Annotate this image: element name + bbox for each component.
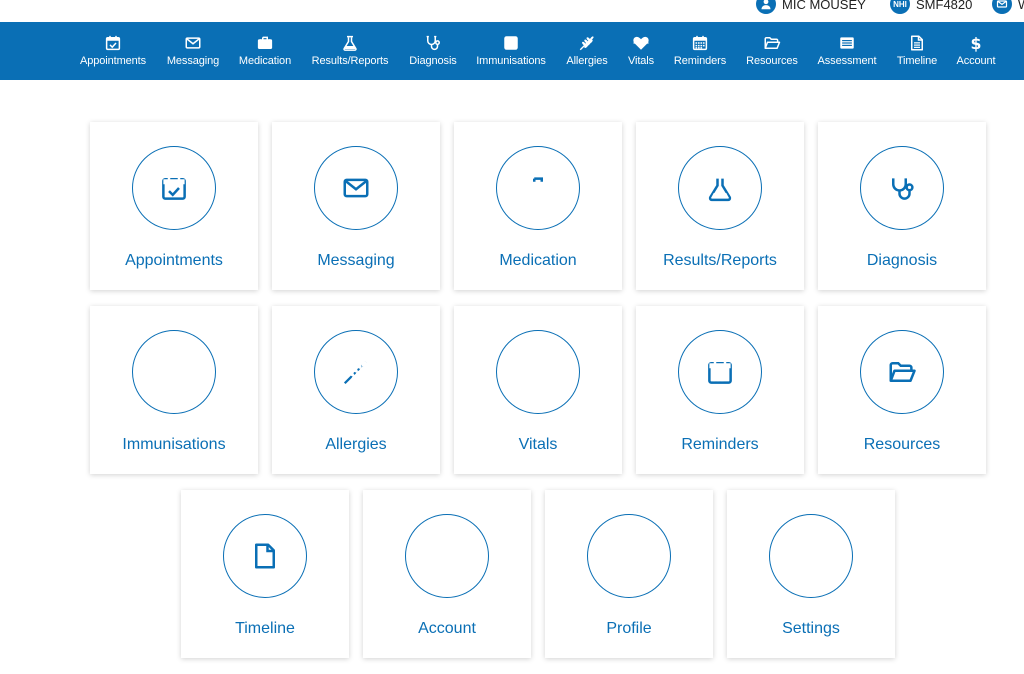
tile-vitals[interactable]: Vitals bbox=[454, 306, 622, 474]
nav-item-diagnosis[interactable]: Diagnosis bbox=[388, 22, 478, 80]
tile-label: Allergies bbox=[325, 436, 387, 453]
tile-profile[interactable]: Profile bbox=[545, 490, 713, 658]
tile-settings[interactable]: Settings bbox=[727, 490, 895, 658]
tile-label: Resources bbox=[863, 436, 941, 453]
nav-item-results-reports[interactable]: Results/Reports bbox=[305, 22, 395, 80]
folder-open-icon bbox=[887, 357, 917, 387]
messages-item[interactable]: W bbox=[992, 0, 1024, 15]
nhi-item[interactable]: NHI SMF4820 bbox=[890, 0, 972, 15]
envelope-icon bbox=[341, 173, 371, 203]
tile-label: Settings bbox=[782, 620, 840, 637]
medkit-icon bbox=[523, 173, 553, 203]
nhi-badge: NHI bbox=[890, 0, 910, 14]
tile-icon-circle bbox=[678, 146, 762, 230]
tile-account[interactable]: $ Account bbox=[363, 490, 531, 658]
nav-item-medication[interactable]: Medication bbox=[220, 22, 310, 80]
tile-label: Medication bbox=[499, 252, 577, 269]
wheat-icon bbox=[578, 34, 596, 52]
nav-item-label: Resources bbox=[746, 55, 798, 67]
document-icon bbox=[908, 34, 926, 52]
nav-item-label: Vitals bbox=[627, 55, 655, 67]
calendar-grid-icon bbox=[691, 34, 709, 52]
tile-label: Results/Reports bbox=[663, 252, 777, 269]
tile-label: Vitals bbox=[518, 436, 558, 453]
tile-label: Messaging bbox=[317, 252, 395, 269]
tile-icon-circle bbox=[587, 514, 671, 598]
calendar-check-icon bbox=[159, 173, 189, 203]
tile-allergies[interactable]: Allergies bbox=[272, 306, 440, 474]
nav-item-label: Medication bbox=[238, 55, 292, 67]
tile-immunisations[interactable]: Immunisations bbox=[90, 306, 258, 474]
tile-medication[interactable]: Medication bbox=[454, 122, 622, 290]
tile-label: Timeline bbox=[235, 620, 295, 637]
tile-label: Appointments bbox=[125, 252, 223, 269]
tile-reminders[interactable]: Reminders bbox=[636, 306, 804, 474]
nav-item-label: Immunisations bbox=[476, 55, 546, 67]
dollar-icon: $ bbox=[432, 541, 462, 571]
tile-icon-circle bbox=[132, 146, 216, 230]
user-icon bbox=[756, 0, 776, 14]
tile-results-reports[interactable]: Results/Reports bbox=[636, 122, 804, 290]
document-icon bbox=[250, 541, 280, 571]
user-strip: MIC MOUSEY NHI SMF4820 W bbox=[0, 0, 1024, 22]
nav-item-label: Account bbox=[956, 55, 996, 67]
tile-messaging[interactable]: Messaging bbox=[272, 122, 440, 290]
nav-item-label: Assessment bbox=[817, 55, 877, 67]
tile-label: Account bbox=[418, 620, 476, 637]
plus-square-icon bbox=[502, 34, 520, 52]
user-name-item[interactable]: MIC MOUSEY bbox=[756, 0, 866, 15]
stethoscope-icon bbox=[424, 34, 442, 52]
list-card-icon bbox=[838, 34, 856, 52]
tile-label: Profile bbox=[606, 620, 652, 637]
plus-square-icon bbox=[159, 357, 189, 387]
tile-appointments[interactable]: Appointments bbox=[90, 122, 258, 290]
folder-open-icon bbox=[763, 34, 781, 52]
tile-timeline[interactable]: Timeline bbox=[181, 490, 349, 658]
svg-text:$: $ bbox=[971, 34, 982, 52]
tile-label: Diagnosis bbox=[866, 252, 938, 269]
gear-icon bbox=[796, 541, 826, 571]
nav-item-label: Messaging bbox=[166, 55, 220, 67]
messages-label: W bbox=[1018, 0, 1024, 12]
nhi-number: SMF4820 bbox=[916, 0, 973, 12]
heartbeat-icon bbox=[523, 357, 553, 387]
flask-icon bbox=[341, 34, 359, 52]
main-navbar: Appointments Messaging Medication Results/R… bbox=[0, 22, 1024, 80]
flask-icon bbox=[705, 173, 735, 203]
nav-item-account[interactable]: $ Account bbox=[931, 22, 1021, 80]
tile-icon-circle bbox=[678, 330, 762, 414]
tile-icon-circle bbox=[314, 146, 398, 230]
tile-icon-circle bbox=[860, 330, 944, 414]
envelope-icon bbox=[184, 34, 202, 52]
svg-text:$: $ bbox=[438, 543, 456, 571]
tile-icon-circle bbox=[496, 330, 580, 414]
nav-item-label: Appointments bbox=[79, 55, 147, 67]
dollar-icon: $ bbox=[967, 34, 985, 52]
tile-icon-circle bbox=[132, 330, 216, 414]
user-icon bbox=[614, 541, 644, 571]
medkit-icon bbox=[256, 34, 274, 52]
calendar-check-icon bbox=[104, 34, 122, 52]
tile-diagnosis[interactable]: Diagnosis bbox=[818, 122, 986, 290]
calendar-grid-icon bbox=[705, 357, 735, 387]
nav-item-label: Reminders bbox=[673, 55, 727, 67]
nav-item-label: Diagnosis bbox=[409, 55, 457, 67]
tile-icon-circle: $ bbox=[405, 514, 489, 598]
nav-item-label: Results/Reports bbox=[311, 55, 389, 67]
tile-icon-circle bbox=[860, 146, 944, 230]
heartbeat-icon bbox=[632, 34, 650, 52]
tile-label: Reminders bbox=[681, 436, 759, 453]
tile-label: Immunisations bbox=[122, 436, 226, 453]
nav-item-appointments[interactable]: Appointments bbox=[68, 22, 158, 80]
envelope-icon bbox=[992, 0, 1012, 14]
tile-resources[interactable]: Resources bbox=[818, 306, 986, 474]
tile-icon-circle bbox=[496, 146, 580, 230]
stethoscope-icon bbox=[887, 173, 917, 203]
tile-icon-circle bbox=[223, 514, 307, 598]
tile-icon-circle bbox=[314, 330, 398, 414]
user-name: MIC MOUSEY bbox=[782, 0, 866, 12]
wheat-icon bbox=[341, 357, 371, 387]
tile-icon-circle bbox=[769, 514, 853, 598]
